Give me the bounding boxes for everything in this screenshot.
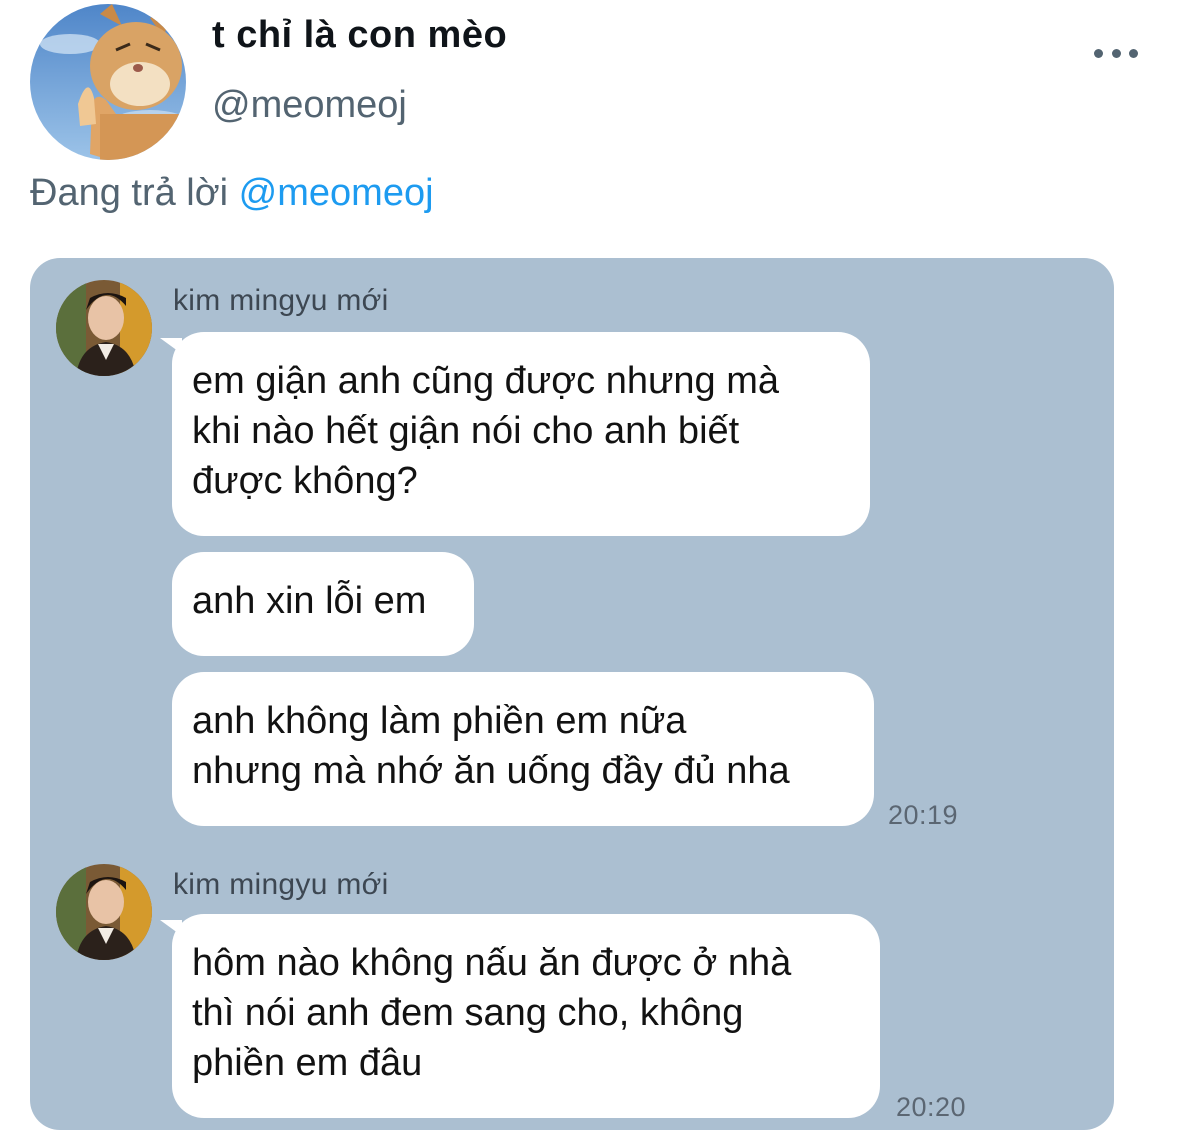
message-timestamp: 20:20 [896, 1092, 967, 1122]
dot [1129, 48, 1138, 58]
display-name[interactable]: t chỉ là con mèo [212, 14, 507, 57]
replying-to-label: Đang trả lời [30, 172, 229, 214]
message-bubble: hôm nào không nấu ăn được ở nhà thì nói … [160, 914, 880, 1118]
person-avatar-image [56, 280, 152, 376]
message-bubble: anh không làm phiền em nữa nhưng mà nhớ … [172, 672, 874, 826]
sender-name: kim mingyu mới [173, 284, 389, 317]
attached-chat-image[interactable]: kim mingyu mới em giận anh cũng được như… [30, 258, 1114, 1130]
cat-avatar-image [30, 4, 186, 160]
more-horizontal-icon[interactable] [1094, 38, 1138, 68]
message-bubble: anh xin lỗi em [172, 552, 474, 656]
user-handle[interactable]: @meomeoj [212, 84, 407, 127]
replying-to-handle-link[interactable]: @meomeoj [239, 172, 434, 214]
message-bubble: em giận anh cũng được nhưng mà khi nào h… [160, 332, 870, 536]
replying-to: Đang trả lời @meomeoj [30, 172, 434, 215]
message-timestamp: 20:19 [888, 800, 959, 830]
sender-name: kim mingyu mới [173, 868, 389, 901]
dot [1094, 48, 1103, 58]
profile-avatar[interactable] [30, 4, 186, 160]
dot [1111, 48, 1121, 58]
person-avatar-image [56, 864, 152, 960]
sender-avatar [56, 864, 152, 960]
sender-avatar [56, 280, 152, 376]
